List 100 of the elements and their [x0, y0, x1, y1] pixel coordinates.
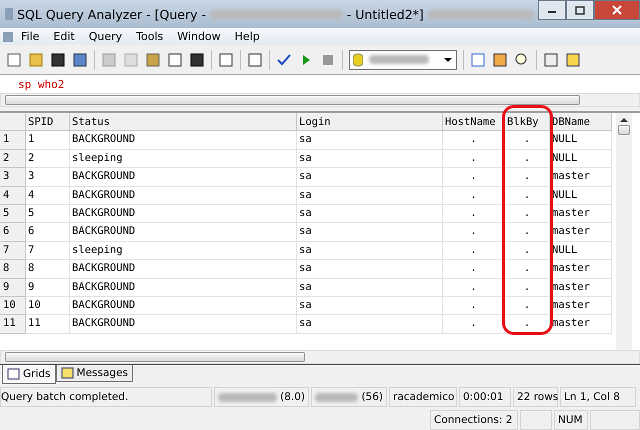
table-cell: . — [505, 204, 550, 224]
scrollbar-thumb[interactable] — [618, 125, 630, 135]
table-cell: sa — [297, 186, 443, 205]
table-cell: sa — [297, 204, 443, 224]
table-cell: 8 — [26, 260, 70, 279]
column-header[interactable]: HostName — [443, 113, 505, 132]
menu-item[interactable]: File — [14, 30, 46, 43]
table-cell: 9 — [26, 278, 70, 297]
table-cell: 10 — [26, 296, 70, 316]
table-cell: . — [505, 278, 550, 297]
table-cell: BACKGROUND — [70, 168, 297, 187]
table-cell: master — [550, 278, 612, 297]
table-cell: . — [505, 168, 550, 187]
table-cell: . — [443, 242, 505, 260]
table-cell: 11 — [26, 315, 70, 334]
cursor-position: Ln 1, Col 8 — [564, 391, 620, 403]
row-number: 10 — [0, 296, 26, 316]
elapsed-time: 0:00:01 — [463, 391, 504, 403]
connections-count: Connections: 2 — [434, 414, 512, 426]
status-pane — [520, 410, 552, 430]
window-title: SQL Query Analyzer - [Query - — [17, 6, 206, 22]
check-icon[interactable] — [276, 52, 292, 68]
horizontal-scrollbar[interactable] — [0, 93, 640, 107]
window-title: - Untitled2*] — [346, 6, 424, 22]
num-lock-indicator: NUM — [558, 414, 583, 426]
row-number: 5 — [0, 204, 26, 224]
table-cell: sa — [297, 296, 443, 316]
status-pane — [590, 410, 640, 430]
table-cell: . — [505, 150, 550, 168]
table-cell: 6 — [26, 223, 70, 242]
result-tab[interactable]: Grids — [2, 365, 56, 384]
table-cell: . — [505, 223, 550, 242]
table-cell: 5 — [26, 204, 70, 224]
table-cell: BACKGROUND — [70, 186, 297, 205]
table-cell: BACKGROUND — [70, 315, 297, 334]
table-cell: master — [550, 260, 612, 279]
row-number: 8 — [0, 260, 26, 279]
table-cell: sa — [297, 278, 443, 297]
result-tab[interactable]: Messages — [56, 365, 134, 382]
row-number: 11 — [0, 315, 26, 334]
table-cell: BACKGROUND — [70, 296, 297, 316]
table-cell: sa — [297, 223, 443, 242]
table-cell: BACKGROUND — [70, 223, 297, 242]
column-header[interactable]: Login — [297, 113, 443, 132]
user-spid: (56) — [361, 391, 383, 403]
column-header[interactable]: Status — [70, 113, 297, 132]
database-select[interactable] — [349, 50, 457, 70]
row-number: 4 — [0, 186, 26, 205]
query-editor[interactable]: sp who2 — [0, 75, 640, 93]
table-cell: . — [505, 260, 550, 279]
blurred-text — [369, 55, 429, 64]
row-number: 6 — [0, 223, 26, 242]
table-cell: sa — [297, 260, 443, 279]
table-cell: . — [443, 204, 505, 224]
close-icon — [612, 5, 622, 15]
table-cell: . — [505, 296, 550, 316]
maximize-button[interactable] — [566, 0, 594, 20]
table-cell: . — [505, 315, 550, 334]
table-cell: sa — [297, 315, 443, 334]
table-cell: sa — [297, 168, 443, 187]
server-version: (8.0) — [280, 391, 305, 403]
table-cell: sa — [297, 131, 443, 150]
table-cell: master — [550, 223, 612, 242]
table-cell: master — [550, 204, 612, 224]
table-cell: sleeping — [70, 242, 297, 260]
row-number: 9 — [0, 278, 26, 297]
table-cell: . — [443, 131, 505, 150]
table-cell: 2 — [26, 150, 70, 168]
menu-item[interactable]: Tools — [129, 30, 170, 43]
menu-item[interactable]: Query — [82, 30, 130, 43]
database-icon — [353, 52, 363, 66]
row-number: 7 — [0, 242, 26, 260]
table-cell: . — [443, 315, 505, 334]
close-button[interactable] — [594, 0, 640, 20]
row-number: 3 — [0, 168, 26, 187]
table-cell: 3 — [26, 168, 70, 187]
maximize-icon — [575, 6, 585, 14]
minimize-button[interactable] — [538, 0, 566, 20]
table-cell: sa — [297, 150, 443, 168]
table-cell: . — [443, 168, 505, 187]
table-cell: . — [443, 150, 505, 168]
scroll-up-icon[interactable] — [620, 117, 628, 123]
table-cell: . — [505, 242, 550, 260]
table-cell: . — [443, 296, 505, 316]
horizontal-scrollbar[interactable] — [0, 350, 640, 364]
row-number: 2 — [0, 150, 26, 168]
menu-item[interactable]: Help — [228, 30, 267, 43]
table-cell: . — [443, 186, 505, 205]
table-cell: master — [550, 315, 612, 334]
table-cell: BACKGROUND — [70, 204, 297, 224]
table-cell: sleeping — [70, 150, 297, 168]
table-cell: BACKGROUND — [70, 278, 297, 297]
column-header[interactable]: BlkBy — [505, 113, 550, 132]
vertical-scrollbar[interactable] — [616, 113, 632, 350]
menu-item[interactable]: Window — [170, 30, 228, 43]
column-header[interactable]: SPID — [26, 113, 70, 132]
database-name: racademico — [393, 391, 454, 403]
menu-item[interactable]: Edit — [46, 30, 82, 43]
column-header[interactable]: DBName — [550, 113, 612, 132]
row-number: 1 — [0, 131, 26, 150]
